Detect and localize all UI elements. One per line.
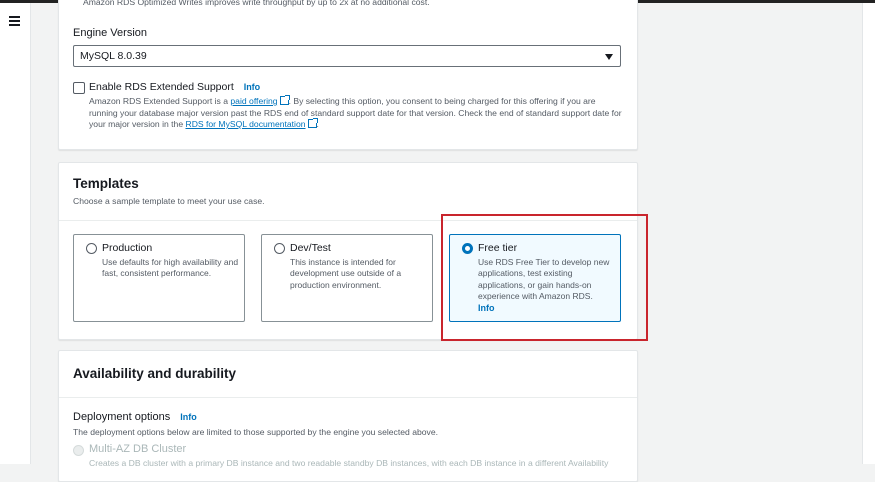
templates-title: Templates bbox=[73, 176, 139, 191]
extended-support-description: Amazon RDS Extended Support is a paid of… bbox=[89, 95, 624, 131]
availability-title: Availability and durability bbox=[73, 366, 237, 381]
devtest-radio[interactable] bbox=[274, 243, 285, 254]
engine-version-label: Engine Version bbox=[73, 27, 147, 39]
external-link-icon bbox=[279, 95, 290, 105]
deployment-options-text: Deployment options bbox=[73, 411, 171, 423]
production-radio[interactable] bbox=[86, 243, 97, 254]
devtest-description: This instance is intended for developmen… bbox=[290, 257, 402, 290]
mysql-documentation-link[interactable]: RDS for MySQL documentation bbox=[185, 119, 305, 129]
multiaz-description: Creates a DB cluster with a primary DB i… bbox=[89, 458, 609, 468]
hamburger-icon[interactable] bbox=[9, 16, 20, 26]
highlight-box bbox=[441, 214, 648, 341]
templates-subtitle: Choose a sample template to meet your us… bbox=[73, 196, 265, 206]
production-title: Production bbox=[102, 242, 153, 254]
production-description: Use defaults for high availability and f… bbox=[102, 257, 239, 279]
deployment-info-link[interactable]: Info bbox=[180, 412, 197, 422]
optimized-writes-description: Amazon RDS Optimized Writes improves wri… bbox=[83, 0, 430, 7]
extended-support-label: Enable RDS Extended Support Info bbox=[89, 81, 260, 93]
section-divider bbox=[59, 397, 637, 398]
right-side-panel bbox=[862, 3, 875, 464]
template-production-tile[interactable]: Production Use defaults for high availab… bbox=[73, 234, 245, 322]
paid-offering-link[interactable]: paid offering bbox=[230, 96, 277, 106]
left-navigation-rail bbox=[0, 3, 31, 464]
deployment-options-description: The deployment options below are limited… bbox=[73, 427, 438, 437]
multiaz-label: Multi-AZ DB Cluster bbox=[89, 443, 187, 455]
availability-card: Availability and durability Deployment o… bbox=[58, 350, 638, 482]
extended-support-checkbox[interactable] bbox=[73, 82, 85, 94]
engine-version-value: MySQL 8.0.39 bbox=[80, 50, 147, 62]
external-link-icon bbox=[307, 118, 318, 128]
extended-support-desc-part1: Amazon RDS Extended Support is a bbox=[89, 96, 231, 106]
devtest-title: Dev/Test bbox=[290, 242, 331, 254]
extended-support-info-link[interactable]: Info bbox=[244, 82, 261, 92]
engine-version-select[interactable]: MySQL 8.0.39 bbox=[73, 45, 621, 67]
template-devtest-tile[interactable]: Dev/Test This instance is intended for d… bbox=[261, 234, 433, 322]
extended-support-label-text: Enable RDS Extended Support bbox=[89, 81, 234, 93]
caret-down-icon bbox=[605, 54, 613, 60]
engine-options-card: Amazon RDS Optimized Writes improves wri… bbox=[58, 0, 638, 150]
multiaz-radio bbox=[73, 445, 84, 456]
deployment-options-label: Deployment options Info bbox=[73, 411, 197, 423]
